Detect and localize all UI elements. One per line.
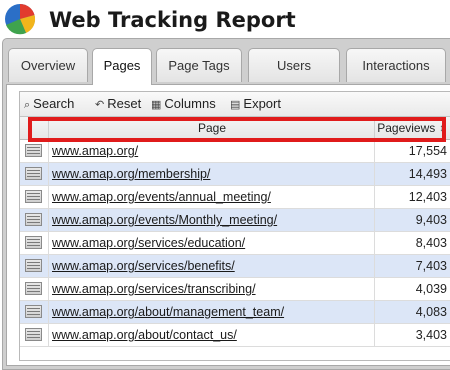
- table-row[interactable]: www.amap.org/services/education/ 8,403: [20, 232, 450, 255]
- pageviews-value: 8,403: [374, 232, 450, 255]
- page-link[interactable]: www.amap.org/services/benefits/: [48, 255, 370, 278]
- export-button[interactable]: ▤ Export: [230, 96, 281, 111]
- sort-icon: ⇕: [438, 124, 447, 135]
- page-link[interactable]: www.amap.org/services/transcribing/: [48, 278, 370, 301]
- row-detail-icon[interactable]: [25, 305, 42, 318]
- table-row[interactable]: www.amap.org/services/benefits/ 7,403: [20, 255, 450, 278]
- search-button[interactable]: ⌕ Search: [24, 96, 74, 112]
- pageviews-value: 3,403: [374, 324, 450, 347]
- pageviews-value: 12,403: [374, 186, 450, 209]
- tab-page-tags[interactable]: Page Tags: [156, 48, 242, 82]
- table-row[interactable]: www.amap.org/ 17,554: [20, 140, 450, 163]
- row-detail-icon[interactable]: [25, 167, 42, 180]
- grid-toolbar: ⌕ Search ↶ Reset ▦ Columns ▤ Export: [20, 92, 450, 117]
- columns-label: Columns: [164, 96, 216, 111]
- row-detail-icon[interactable]: [25, 259, 42, 272]
- row-detail-icon[interactable]: [25, 144, 42, 157]
- columns-button[interactable]: ▦ Columns: [151, 96, 216, 111]
- search-label: Search: [33, 96, 75, 111]
- grid-header-row: Page Pageviews ⇕: [20, 117, 450, 140]
- pageviews-value: 9,403: [374, 209, 450, 232]
- table-row[interactable]: www.amap.org/events/annual_meeting/ 12,4…: [20, 186, 450, 209]
- title-bar: Web Tracking Report: [0, 0, 450, 40]
- pageviews-value: 17,554: [374, 140, 450, 163]
- columns-icon: ▦: [151, 99, 162, 111]
- pageviews-value: 4,083: [374, 301, 450, 324]
- row-detail-icon[interactable]: [25, 190, 42, 203]
- page-link[interactable]: www.amap.org/: [48, 140, 370, 163]
- page-link[interactable]: www.amap.org/events/annual_meeting/: [48, 186, 370, 209]
- pages-grid: ⌕ Search ↶ Reset ▦ Columns ▤ Export Page Pag…: [19, 91, 450, 361]
- table-row[interactable]: www.amap.org/about/management_team/ 4,08…: [20, 301, 450, 324]
- page-link[interactable]: www.amap.org/about/contact_us/: [48, 324, 370, 347]
- reset-button[interactable]: ↶ Reset: [95, 96, 141, 111]
- tab-pages[interactable]: Pages: [92, 48, 152, 85]
- row-detail-icon[interactable]: [25, 282, 42, 295]
- pageviews-value: 7,403: [374, 255, 450, 278]
- tab-interactions[interactable]: Interactions: [346, 48, 446, 82]
- table-row[interactable]: www.amap.org/membership/ 14,493: [20, 163, 450, 186]
- app-title: Web Tracking Report: [49, 8, 296, 32]
- page-link[interactable]: www.amap.org/about/management_team/: [48, 301, 370, 324]
- reset-icon: ↶: [95, 99, 105, 111]
- page-link[interactable]: www.amap.org/membership/: [48, 163, 370, 186]
- page-link[interactable]: www.amap.org/events/Monthly_meeting/: [48, 209, 370, 232]
- export-label: Export: [243, 96, 281, 111]
- row-detail-icon[interactable]: [25, 328, 42, 341]
- tab-overview[interactable]: Overview: [8, 48, 88, 82]
- reset-label: Reset: [107, 96, 142, 111]
- search-icon: ⌕: [24, 99, 31, 111]
- app-logo-icon: [5, 3, 36, 35]
- table-row[interactable]: www.amap.org/about/contact_us/ 3,403: [20, 324, 450, 347]
- tab-users[interactable]: Users: [248, 48, 340, 82]
- export-icon: ▤: [230, 99, 241, 111]
- table-row[interactable]: www.amap.org/services/transcribing/ 4,03…: [20, 278, 450, 301]
- column-header-pageviews[interactable]: Pageviews ⇕: [374, 117, 450, 139]
- page-link[interactable]: www.amap.org/services/education/: [48, 232, 370, 255]
- table-row[interactable]: www.amap.org/events/Monthly_meeting/ 9,4…: [20, 209, 450, 232]
- pageviews-value: 14,493: [374, 163, 450, 186]
- row-detail-icon[interactable]: [25, 236, 42, 249]
- row-detail-icon[interactable]: [25, 213, 42, 226]
- column-header-page[interactable]: Page: [48, 117, 375, 139]
- pageviews-value: 4,039: [374, 278, 450, 301]
